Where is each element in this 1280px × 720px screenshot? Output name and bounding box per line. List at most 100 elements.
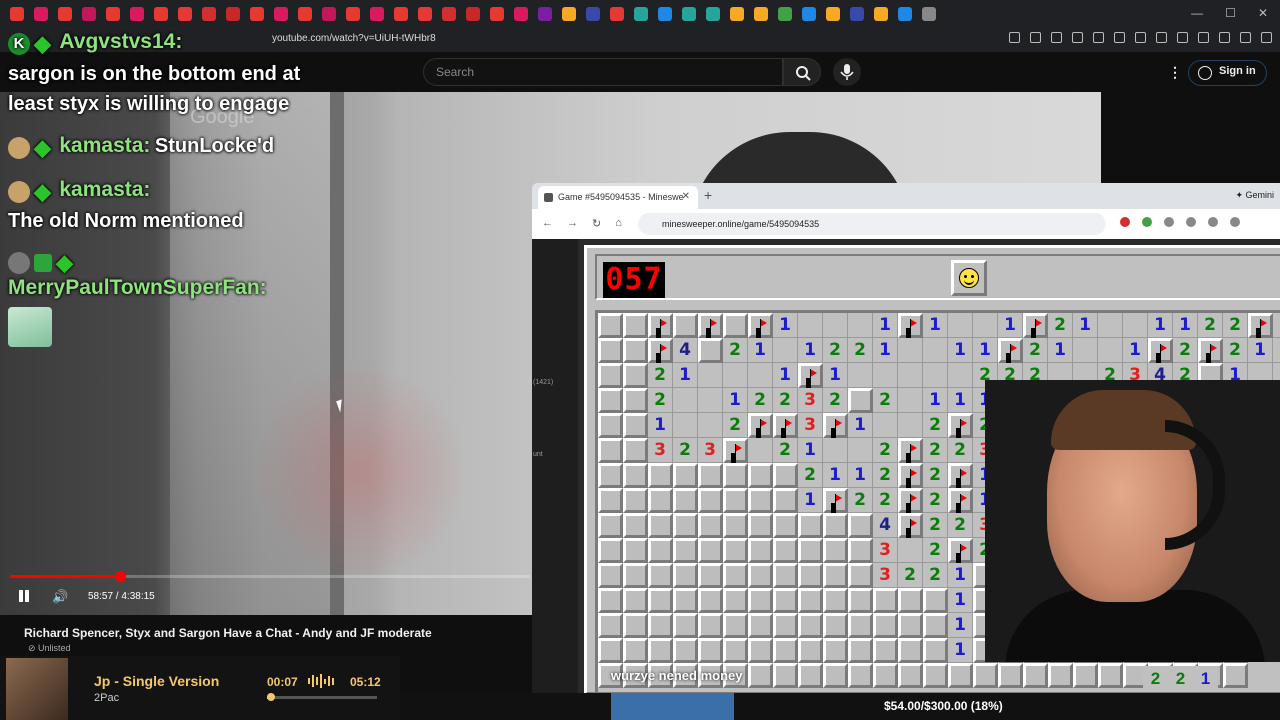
number-cell[interactable]: 2 [723,413,748,438]
number-cell[interactable]: 1 [648,413,673,438]
covered-cell[interactable] [723,313,748,338]
number-cell[interactable]: 2 [648,388,673,413]
number-cell[interactable]: 1 [998,313,1023,338]
number-cell[interactable]: 2 [1173,338,1198,363]
covered-cell[interactable] [923,613,948,638]
number-cell[interactable]: 2 [1223,313,1248,338]
number-cell[interactable]: 2 [773,388,798,413]
browser-tab-favicon-icon[interactable] [346,7,360,21]
browser-tab-favicon-icon[interactable] [274,7,288,21]
empty-cell[interactable] [848,438,873,463]
number-cell[interactable]: 2 [773,438,798,463]
covered-cell[interactable] [1073,663,1098,688]
flag-icon[interactable] [898,438,923,463]
empty-cell[interactable] [873,363,898,388]
empty-cell[interactable] [898,363,923,388]
empty-cell[interactable] [823,438,848,463]
covered-cell[interactable] [748,463,773,488]
covered-cell[interactable] [948,663,973,688]
forward-icon[interactable]: → [567,217,578,230]
covered-cell[interactable] [823,638,848,663]
url-field[interactable]: youtube.com/watch?v=UiUH-tWHbr8 [272,33,436,44]
number-cell[interactable]: 1 [948,563,973,588]
covered-cell[interactable] [698,513,723,538]
number-cell[interactable]: 2 [673,438,698,463]
number-cell[interactable]: 1 [1148,313,1173,338]
covered-cell[interactable] [648,538,673,563]
number-cell[interactable]: 2 [723,338,748,363]
extension-icon[interactable] [1142,217,1152,227]
covered-cell[interactable] [748,538,773,563]
search-button[interactable] [783,58,821,86]
close-tab-icon[interactable]: ✕ [682,191,690,202]
covered-cell[interactable] [773,563,798,588]
covered-cell[interactable] [998,663,1023,688]
browser-tab-favicon-icon[interactable] [754,7,768,21]
covered-cell[interactable] [673,613,698,638]
covered-cell[interactable] [1048,663,1073,688]
covered-cell[interactable] [873,588,898,613]
number-cell[interactable]: 3 [648,438,673,463]
number-cell[interactable]: 4 [873,513,898,538]
number-cell[interactable]: 2 [823,388,848,413]
covered-cell[interactable] [723,488,748,513]
flag-icon[interactable] [948,463,973,488]
number-cell[interactable]: 2 [923,563,948,588]
browser-tab-favicon-icon[interactable] [514,7,528,21]
browser-tab-favicon-icon[interactable] [82,7,96,21]
flag-icon[interactable] [1023,313,1048,338]
browser-tab-favicon-icon[interactable] [826,7,840,21]
browser-tab-favicon-icon[interactable] [562,7,576,21]
covered-cell[interactable] [598,588,623,613]
covered-cell[interactable] [798,588,823,613]
number-cell[interactable]: 1 [1248,338,1273,363]
number-cell[interactable]: 2 [873,438,898,463]
covered-cell[interactable] [848,513,873,538]
empty-cell[interactable] [898,538,923,563]
covered-cell[interactable] [673,513,698,538]
extension-icon[interactable] [1030,32,1041,43]
extension-icon[interactable] [1230,217,1240,227]
covered-cell[interactable] [748,638,773,663]
number-cell[interactable]: 2 [1048,313,1073,338]
number-cell[interactable]: 2 [948,513,973,538]
number-cell[interactable]: 2 [873,463,898,488]
covered-cell[interactable] [673,488,698,513]
number-cell[interactable]: 1 [823,463,848,488]
covered-cell[interactable] [773,463,798,488]
empty-cell[interactable] [698,413,723,438]
number-cell[interactable]: 1 [723,388,748,413]
covered-cell[interactable] [648,463,673,488]
number-cell[interactable]: 1 [773,313,798,338]
covered-cell[interactable] [873,638,898,663]
covered-cell[interactable] [848,538,873,563]
covered-cell[interactable] [823,588,848,613]
browser-tab-favicon-icon[interactable] [490,7,504,21]
number-cell[interactable]: 1 [798,438,823,463]
flag-icon[interactable] [823,488,848,513]
flag-icon[interactable] [898,313,923,338]
flag-icon[interactable] [698,313,723,338]
pause-icon[interactable] [17,589,31,603]
flag-icon[interactable] [648,338,673,363]
flag-icon[interactable] [823,413,848,438]
covered-cell[interactable] [773,538,798,563]
voice-search-button[interactable] [833,58,861,86]
more-options-icon[interactable]: ⋮ [1168,64,1182,81]
extension-icon[interactable] [1051,32,1062,43]
back-icon[interactable]: ← [542,217,553,230]
covered-cell[interactable] [673,538,698,563]
browser-tab-favicon-icon[interactable] [658,7,672,21]
inner-url-field[interactable]: minesweeper.online/game/5495094535 [638,213,1106,235]
browser-tab-favicon-icon[interactable] [322,7,336,21]
number-cell[interactable]: 1 [773,363,798,388]
empty-cell[interactable] [898,338,923,363]
number-cell[interactable]: 2 [898,563,923,588]
extension-icon[interactable] [1261,32,1272,43]
covered-cell[interactable] [648,488,673,513]
empty-cell[interactable] [723,363,748,388]
covered-cell[interactable] [698,563,723,588]
browser-tab-favicon-icon[interactable] [370,7,384,21]
empty-cell[interactable] [798,313,823,338]
covered-cell[interactable] [598,463,623,488]
